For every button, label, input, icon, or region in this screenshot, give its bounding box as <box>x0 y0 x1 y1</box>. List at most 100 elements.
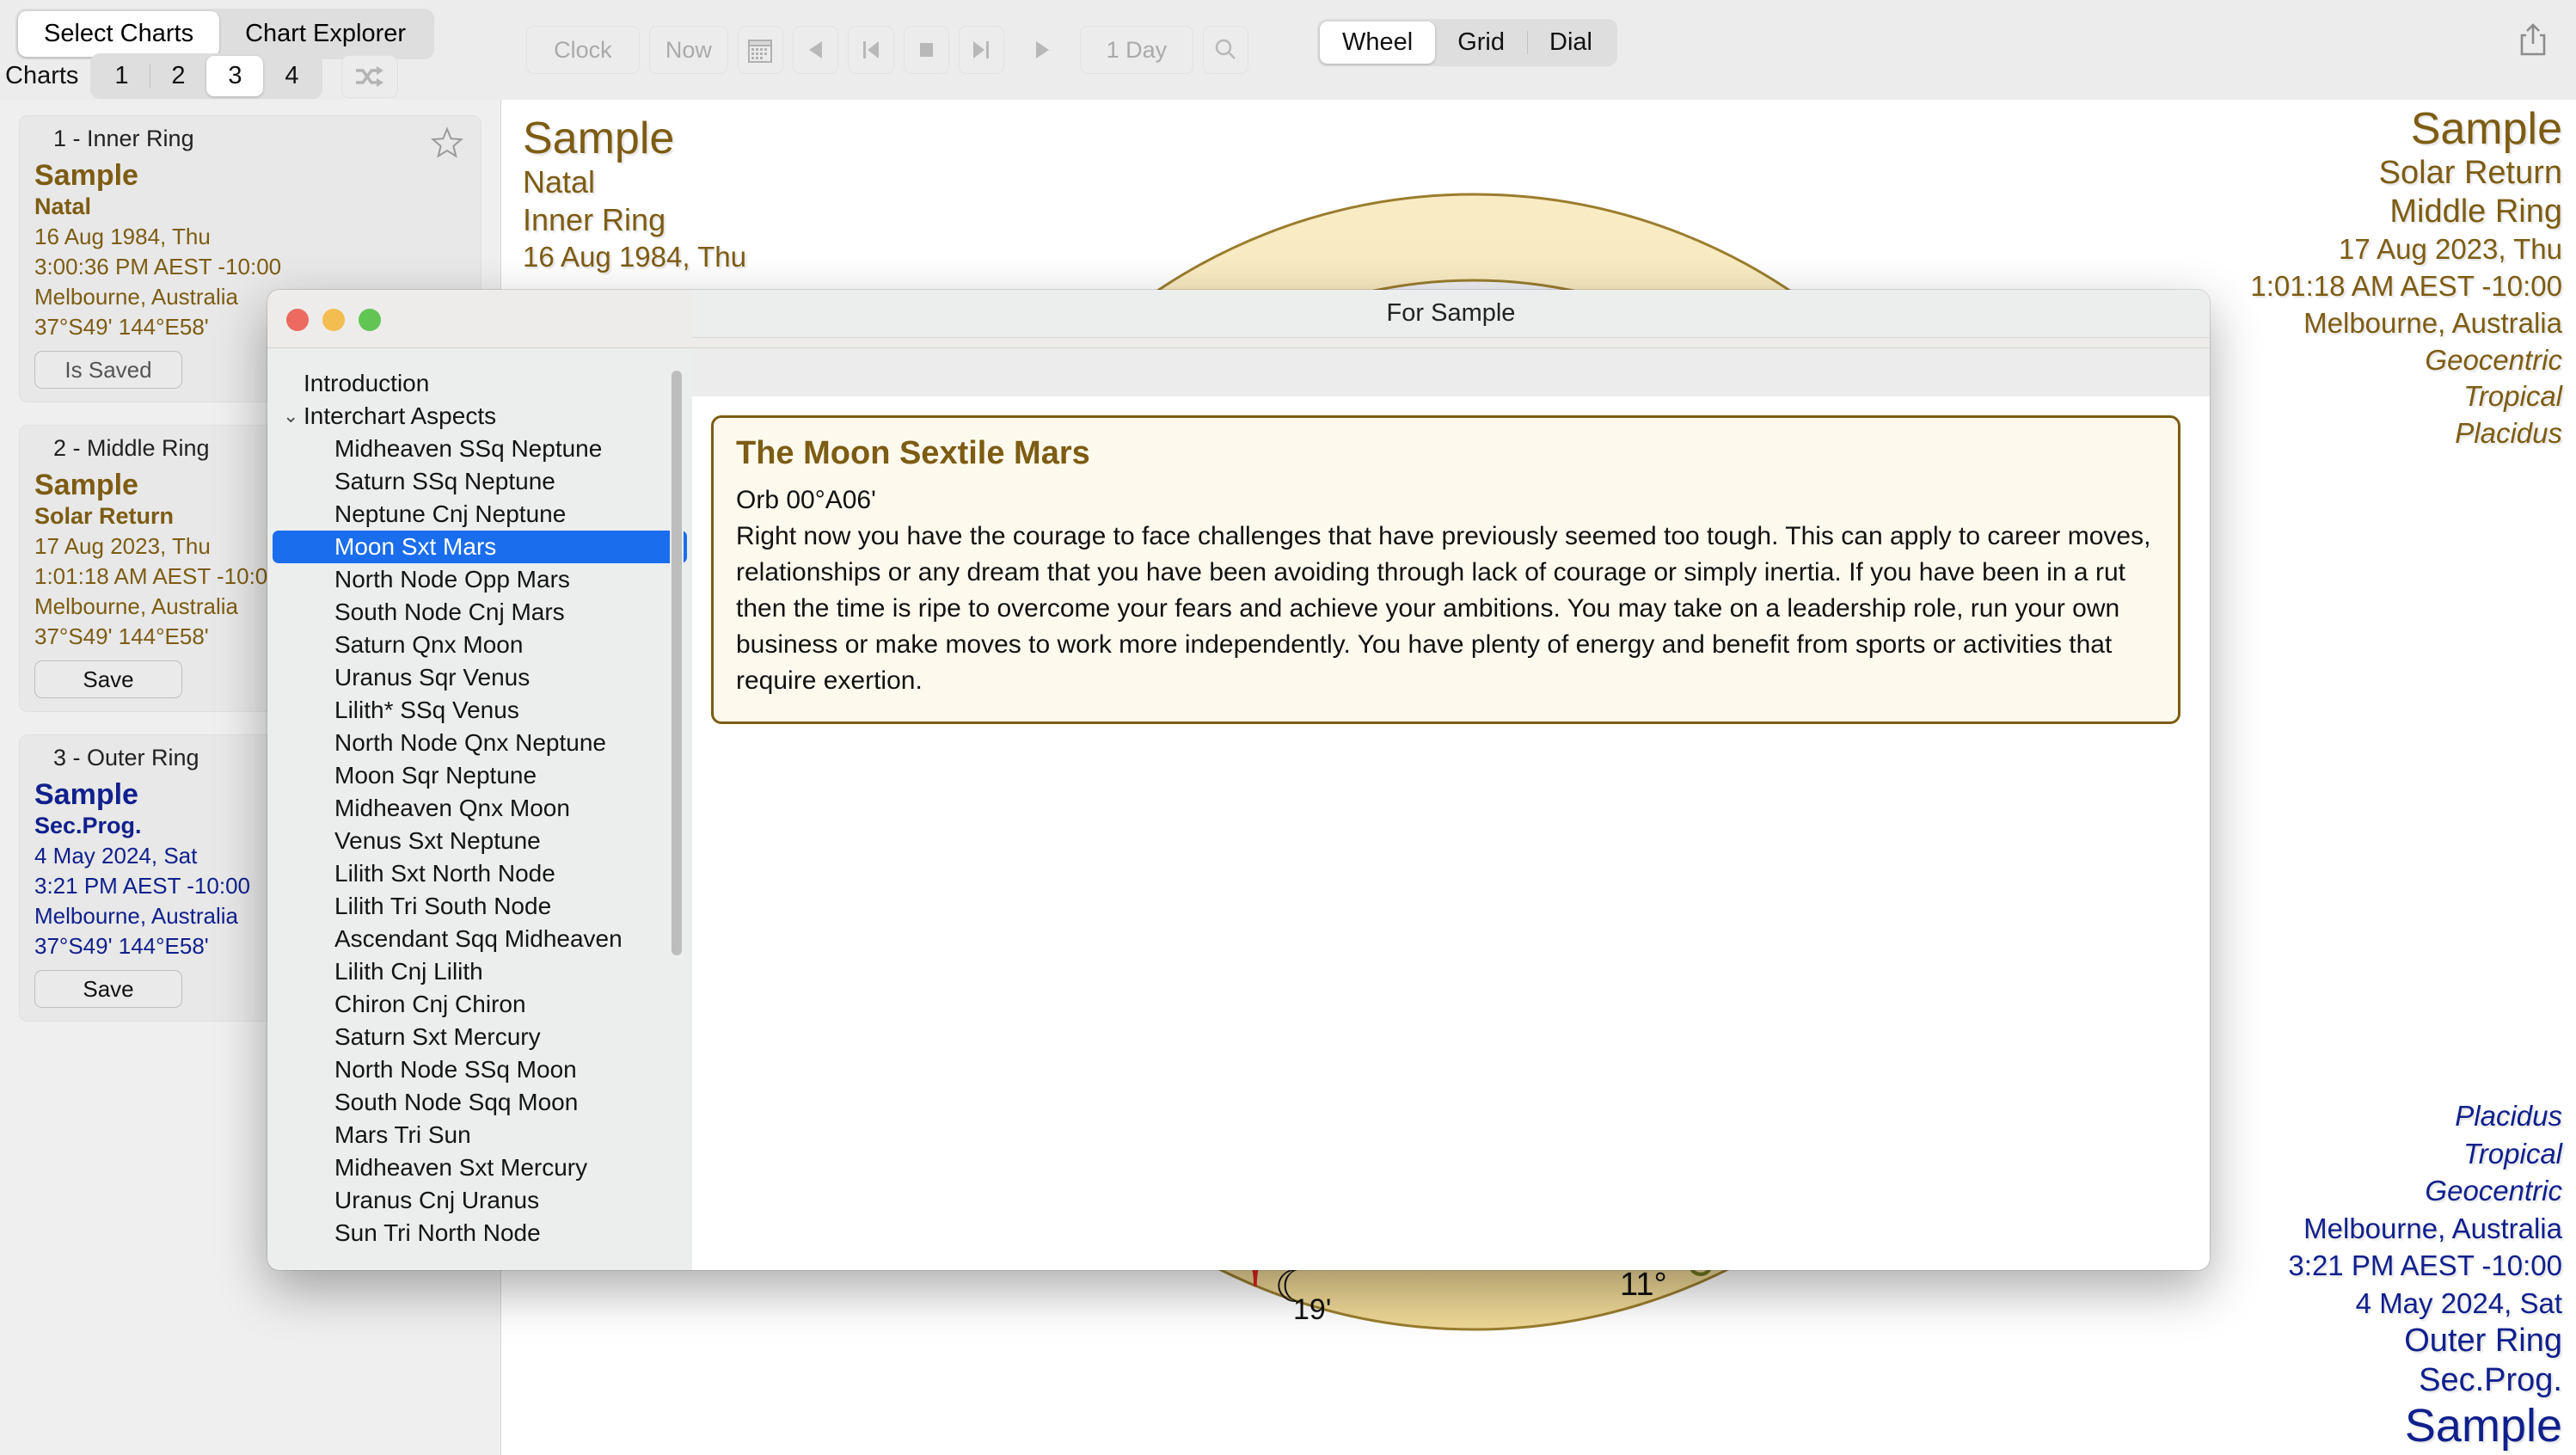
aspect-tree: Introduction ⌄ Interchart Aspects Midheaven… <box>267 348 692 1249</box>
calendar-button[interactable] <box>737 26 784 74</box>
aspect-list-scrollbar[interactable] <box>670 371 684 1231</box>
tab-chart-explorer[interactable]: Chart Explorer <box>219 11 432 57</box>
search-icon <box>1216 39 1236 59</box>
aspect-item-label: Saturn SSq Neptune <box>334 468 555 494</box>
view-wheel[interactable]: Wheel <box>1320 21 1436 64</box>
dialog-body: Introduction ⌄ Interchart Aspects Midheaven… <box>267 348 2210 1270</box>
aspect-list-item[interactable]: North Node SSq Moon <box>273 1053 687 1086</box>
step-back-button[interactable] <box>793 26 839 74</box>
aspect-list-item[interactable]: South Node Sqq Moon <box>273 1086 687 1119</box>
star-icon <box>431 126 463 158</box>
view-dial[interactable]: Dial <box>1527 21 1615 64</box>
aspect-list-item[interactable]: Saturn SSq Neptune <box>273 465 687 498</box>
is-saved-button[interactable]: Is Saved <box>34 351 182 389</box>
aspect-item-label: North Node Opp Mars <box>334 566 570 592</box>
play-button[interactable] <box>1014 26 1070 74</box>
aspect-list-panel: Introduction ⌄ Interchart Aspects Midheaven… <box>267 348 692 1270</box>
aspect-list-item[interactable]: Lilith Cnj Lilith <box>273 955 687 988</box>
dialog-subheader-label: For Sample <box>1386 299 1516 327</box>
middle-ring-type: Solar Return <box>2378 155 2562 192</box>
aspect-list-item[interactable]: Saturn Sxt Mercury <box>273 1021 687 1053</box>
tab-select-charts[interactable]: Select Charts <box>18 11 220 57</box>
charts-row: Charts 1 2 3 4 <box>5 53 399 99</box>
outer-ring-zodiac: Tropical <box>2463 1137 2562 1170</box>
top-toolbar: Select Charts Chart Explorer Charts 1 2 … <box>0 0 2576 100</box>
aspect-list-item[interactable]: North Node Opp Mars <box>273 563 687 596</box>
aspect-list-item[interactable]: Venus Sxt Neptune <box>273 825 687 857</box>
chevron-down-icon[interactable]: ⌄ <box>283 405 304 427</box>
aspect-list-item[interactable]: Sun Tri North Node <box>273 1217 687 1249</box>
aspect-item-label: North Node Qnx Neptune <box>334 729 606 756</box>
aspect-group-row[interactable]: ⌄ Interchart Aspects <box>273 400 687 433</box>
chart-title-right-bottom: Placidus Tropical Geocentric Melbourne, … <box>2288 1097 2562 1452</box>
aspect-list-item[interactable]: Chiron Cnj Chiron <box>273 988 687 1021</box>
aspect-item-label: Lilith* SSq Venus <box>334 697 519 723</box>
interpretation-card: The Moon Sextile Mars Orb 00°A06' Right … <box>711 415 2180 724</box>
aspect-list-item[interactable]: Lilith* SSq Venus <box>273 694 687 727</box>
interpretation-body: Right now you have the courage to face c… <box>736 522 2151 695</box>
shuffle-button[interactable] <box>341 54 399 98</box>
share-icon <box>2520 23 2546 56</box>
skip-forward-button[interactable] <box>958 26 1004 74</box>
aspect-item-label: Moon Sxt Mars <box>334 533 497 560</box>
aspect-list-item[interactable]: Mars Tri Sun <box>273 1119 687 1151</box>
progression-interpretations-dialog[interactable]: Progression Interpretations For Sample I… <box>267 290 2210 1270</box>
chart-count-4[interactable]: 4 <box>263 56 320 96</box>
favourite-star-icon[interactable] <box>430 126 464 164</box>
aspect-item-label: South Node Cnj Mars <box>334 599 565 625</box>
share-button[interactable] <box>2509 15 2557 64</box>
middle-ring-houses: Placidus <box>2455 417 2562 450</box>
aspect-list-item[interactable]: Uranus Sqr Venus <box>273 661 687 694</box>
chart-count-2[interactable]: 2 <box>150 56 206 96</box>
stop-button[interactable] <box>903 26 949 74</box>
mode-tab-group: Select Charts Chart Explorer <box>15 9 435 59</box>
aspect-item-label: Saturn Sxt Mercury <box>334 1023 541 1050</box>
aspect-list-item[interactable]: Midheaven Sxt Mercury <box>273 1151 687 1184</box>
aspect-item-label: Ascendant Sqq Midheaven <box>334 925 623 952</box>
aspect-list-item[interactable]: Ascendant Sqq Midheaven <box>273 923 687 955</box>
aspect-item-label: Midheaven Sxt Mercury <box>334 1154 588 1181</box>
aspect-item-label: North Node SSq Moon <box>334 1056 577 1083</box>
skip-back-button[interactable] <box>848 26 894 74</box>
app-root: Select Charts Chart Explorer Charts 1 2 … <box>0 0 2576 1455</box>
view-grid[interactable]: Grid <box>1435 21 1527 64</box>
aspect-list-item[interactable]: South Node Cnj Mars <box>273 596 687 629</box>
aspect-list-item[interactable]: Moon Sqr Neptune <box>273 759 687 792</box>
inner-ring-label: Inner Ring <box>523 202 666 238</box>
chart-count-segmented: 1 2 3 4 <box>90 53 323 99</box>
interpretation-title: The Moon Sextile Mars <box>736 435 1090 471</box>
aspect-list-item[interactable]: Midheaven SSq Neptune <box>273 433 687 465</box>
aspect-list-item[interactable]: Saturn Qnx Moon <box>273 629 687 661</box>
aspect-item-label: Introduction <box>304 370 430 396</box>
aspect-list-item[interactable]: Lilith Tri South Node <box>273 890 687 923</box>
outer-ring-label: Outer Ring <box>2404 1323 2562 1360</box>
aspect-list-item[interactable]: Midheaven Qnx Moon <box>273 792 687 825</box>
aspect-item-label: Lilith Tri South Node <box>334 893 552 919</box>
chart-card-date: 16 Aug 1984, Thu <box>34 223 211 249</box>
dialog-subheader: For Sample <box>692 290 2210 338</box>
aspect-list-item[interactable]: Moon Sxt Mars <box>273 531 687 563</box>
search-button[interactable] <box>1202 26 1248 74</box>
aspect-list-item[interactable]: Introduction <box>273 367 687 400</box>
save-button[interactable]: Save <box>34 970 182 1008</box>
chart-card-name: Sample <box>34 159 138 192</box>
aspect-item-label: Uranus Cnj Uranus <box>334 1187 540 1213</box>
aspect-list-item[interactable]: North Node Qnx Neptune <box>273 727 687 759</box>
scrollbar-thumb[interactable] <box>672 371 682 955</box>
chart-count-1[interactable]: 1 <box>93 56 150 96</box>
charts-label: Charts <box>5 62 79 89</box>
middle-ring-zodiac: Tropical <box>2463 380 2562 413</box>
aspect-list-item[interactable]: Lilith Sxt North Node <box>273 857 687 890</box>
aspect-item-label: Lilith Cnj Lilith <box>334 958 483 985</box>
clock-button[interactable]: Clock <box>526 26 640 74</box>
middle-ring-name: Sample <box>2410 104 2562 154</box>
outer-ring-time: 3:21 PM AEST -10:00 <box>2288 1249 2562 1282</box>
interval-field[interactable]: 1 Day <box>1079 26 1193 74</box>
aspect-item-label: Moon Sqr Neptune <box>334 762 537 789</box>
aspect-list-item[interactable]: Uranus Cnj Uranus <box>273 1184 687 1217</box>
chart-count-3[interactable]: 3 <box>206 56 264 96</box>
now-button[interactable]: Now <box>648 26 728 74</box>
save-button[interactable]: Save <box>34 660 182 698</box>
aspect-list-item[interactable]: Neptune Cnj Neptune <box>273 498 687 531</box>
outer-ring-houses: Placidus <box>2455 1100 2562 1133</box>
